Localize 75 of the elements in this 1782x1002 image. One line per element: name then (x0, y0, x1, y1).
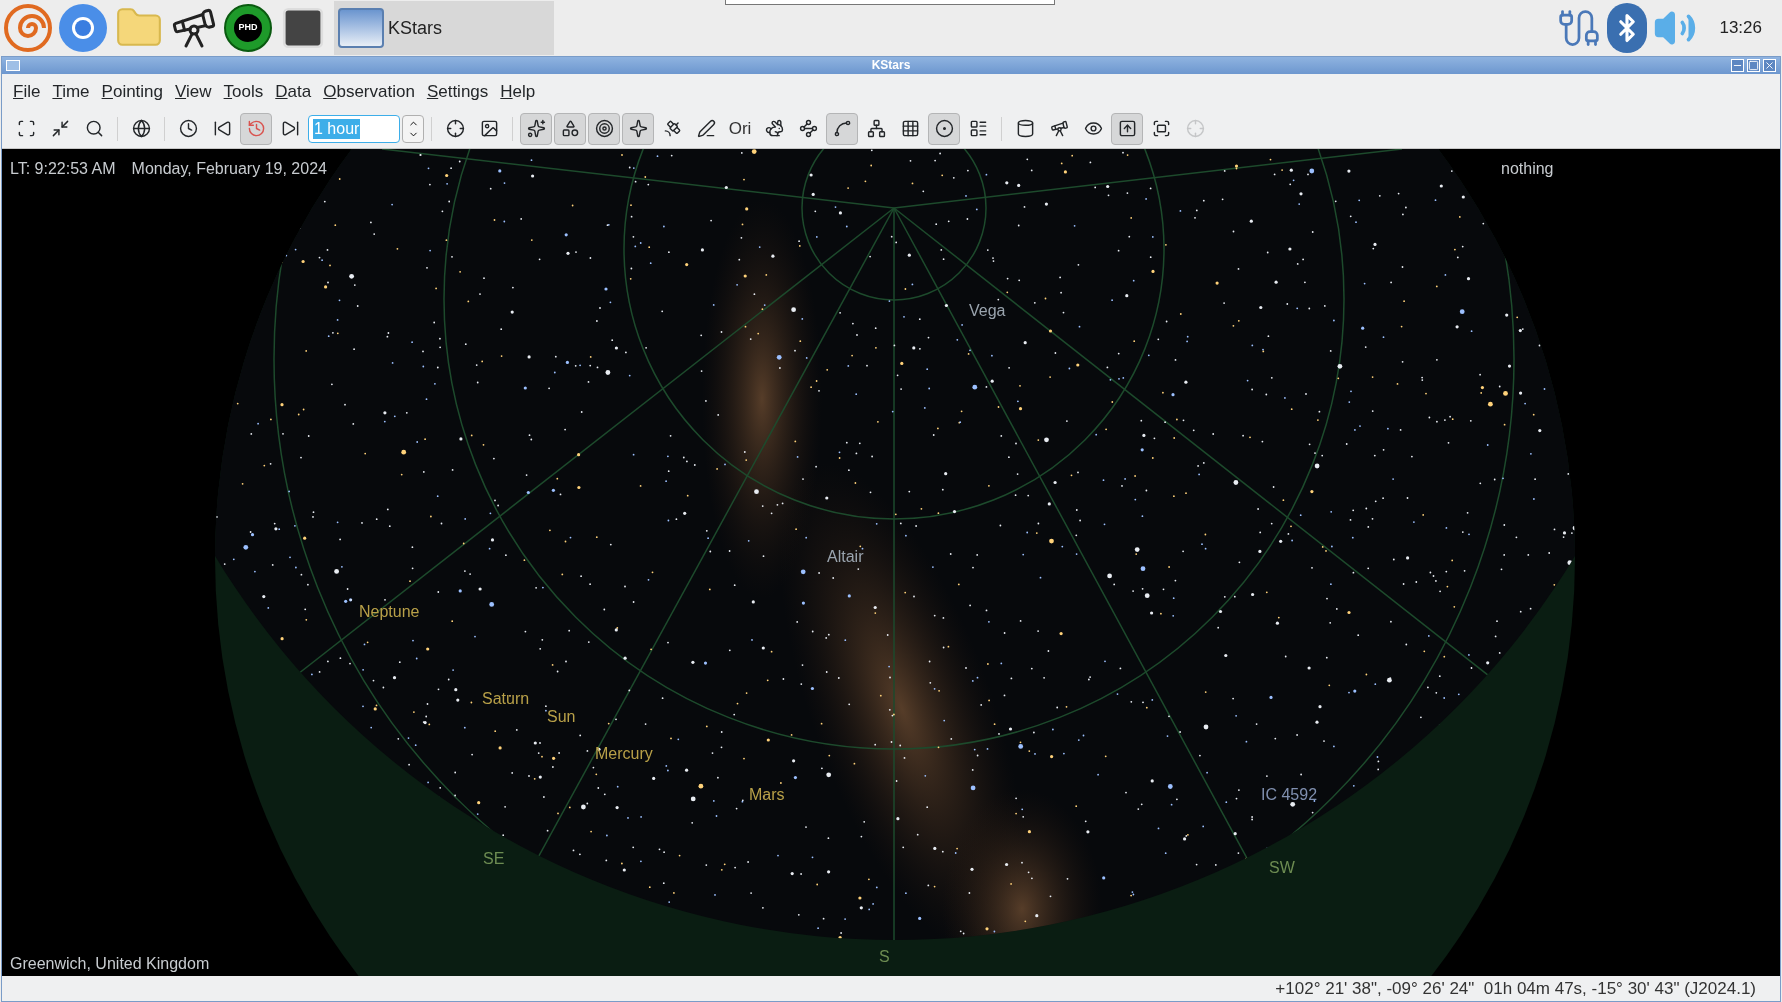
s-curve-button[interactable] (826, 112, 858, 145)
skip-forward-icon (280, 119, 300, 138)
network-icon (866, 119, 886, 138)
horizon-icon (934, 119, 954, 138)
taskbar-window-button[interactable]: KStars (334, 1, 554, 55)
menu-item[interactable]: Data (269, 78, 318, 105)
coordinates-text: +102° 21' 38", -09° 26' 24" 01h 04m 47s, -15° 30' 43" (J2024.1) (1275, 977, 1756, 1000)
arrow-box-button[interactable] (1111, 112, 1143, 145)
globe-icon (131, 119, 151, 138)
window-app-icon (338, 8, 384, 48)
window-menu-icon (6, 60, 20, 71)
menu-item[interactable]: Observation (317, 78, 421, 105)
minimize-icon[interactable] (1731, 59, 1744, 72)
menu-item[interactable]: Help (494, 78, 542, 105)
stars-icon (526, 119, 546, 138)
search-icon (84, 119, 104, 138)
satellite-icon (662, 119, 682, 138)
compass-direction-label: SE (483, 849, 505, 869)
legend-list-icon (968, 119, 988, 138)
crosshair-icon (445, 119, 465, 138)
menu-item[interactable]: Pointing (95, 78, 170, 105)
menu-item[interactable]: Time (46, 78, 96, 105)
guiding-app-icon[interactable]: PHD (224, 4, 272, 52)
sparkle-icon (628, 119, 648, 138)
compass-direction-label: S (879, 947, 890, 967)
target-icon (594, 119, 614, 138)
close-icon[interactable] (1763, 59, 1776, 72)
compass-direction-label: SW (1269, 858, 1295, 878)
telescope-icon (1049, 119, 1069, 138)
reverse-clock-icon (246, 119, 266, 138)
fullscreen-icon (1151, 119, 1171, 138)
object-label: Sun (547, 707, 576, 727)
object-label: Vega (969, 301, 1006, 321)
skip-back-icon (212, 119, 232, 138)
spiral-logo-icon[interactable] (4, 4, 52, 52)
sparkle-button[interactable] (622, 112, 654, 145)
target-button[interactable] (588, 112, 620, 145)
horizon-button[interactable] (928, 112, 960, 145)
rabbit-icon (764, 119, 784, 138)
object-label: Mercury (595, 744, 653, 764)
arrow-box-icon (1117, 119, 1137, 138)
object-label: IC 4592 (1261, 785, 1318, 805)
location-text: Greenwich, United Kingdom (10, 954, 210, 974)
crosshair-icon (1185, 119, 1205, 138)
zoom-to-icon (50, 119, 70, 138)
shapes-icon (560, 119, 580, 138)
menu-item[interactable]: Tools (217, 78, 270, 105)
stars-button[interactable] (520, 112, 552, 145)
browser-icon[interactable] (58, 3, 108, 53)
maximize-icon[interactable] (1747, 59, 1760, 72)
menu-item[interactable]: View (169, 78, 218, 105)
object-label: Neptune (359, 602, 420, 622)
clock-text: 13:26 (1718, 17, 1763, 40)
sky-map[interactable]: LT: 9:22:53 AM Monday, February 19, 2024 nothing Greenwich, United Kingdom Vega Altair Neptune Saturn Sun Mercury Mars IC 4592 SE SW S (2, 149, 1780, 976)
shapes-button[interactable] (554, 112, 586, 145)
constellation-names-button[interactable]: Ori (724, 112, 756, 145)
object-label: Altair (827, 547, 864, 567)
bluetooth-icon[interactable] (1607, 3, 1648, 53)
clock-icon (178, 119, 198, 138)
constellation-lines-icon (798, 119, 818, 138)
menu-item[interactable]: Settings (420, 78, 495, 105)
menu-item[interactable]: File (7, 78, 47, 105)
object-label: Saturn (482, 689, 530, 709)
focus-object-text: nothing (1501, 159, 1554, 179)
curve-line-icon (696, 119, 716, 138)
s-curve-icon (832, 119, 852, 138)
date-text: Monday, February 19, 2024 (131, 159, 327, 179)
eye-icon (1083, 119, 1103, 138)
zoom-fit-icon (16, 119, 36, 138)
grid-icon (900, 119, 920, 138)
window-title: KStars (871, 57, 911, 74)
local-time-text: LT: 9:22:53 AM (10, 159, 116, 179)
object-label: Mars (749, 785, 785, 805)
image-icon (479, 119, 499, 138)
dome-icon (1015, 119, 1035, 138)
